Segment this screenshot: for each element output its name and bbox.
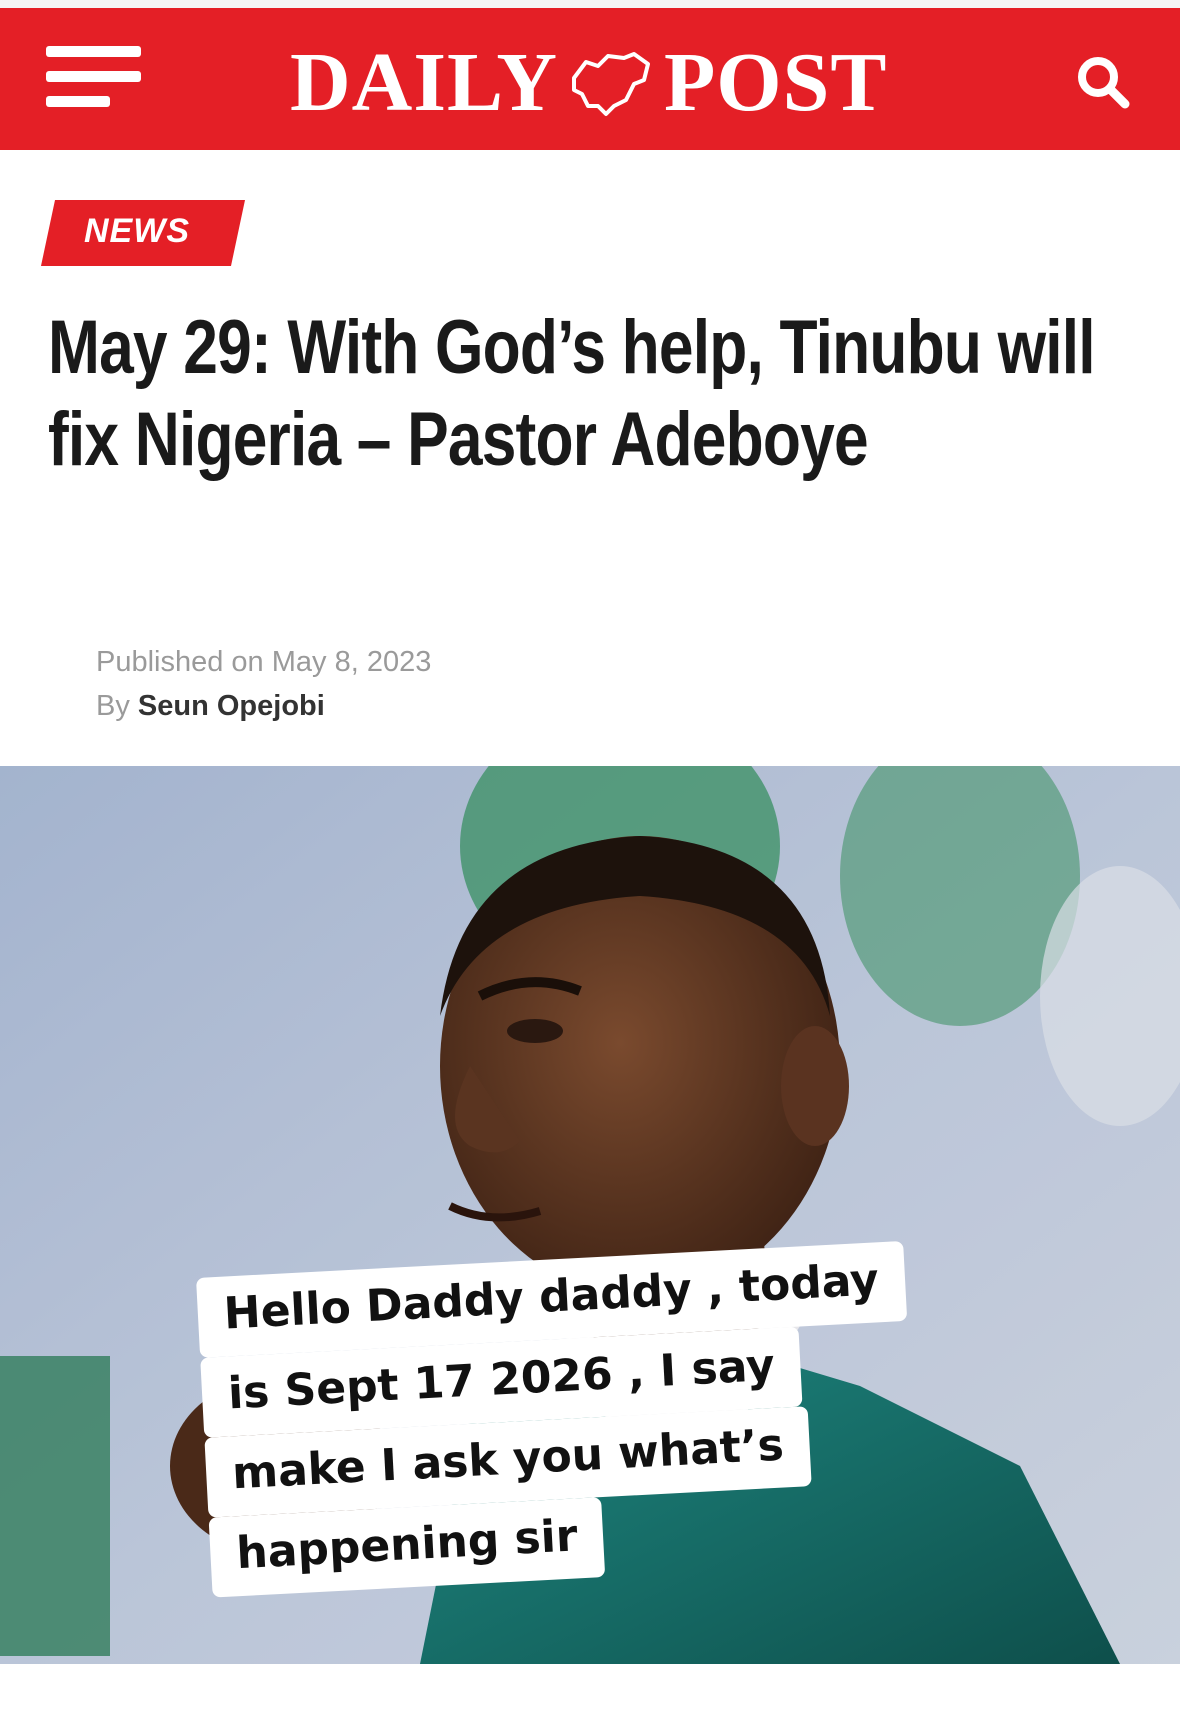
author-name[interactable]: Seun Opejobi xyxy=(138,690,325,722)
article-headline: May 29: With God’s help, Tinubu will fix… xyxy=(48,305,1096,482)
site-header: DAILY POST xyxy=(0,0,1180,150)
byline: By Seun Opejobi xyxy=(96,684,431,728)
hamburger-menu-icon[interactable] xyxy=(46,46,141,108)
header-top-strip xyxy=(0,0,1180,8)
search-icon[interactable] xyxy=(1073,52,1133,112)
brand-name-right: POST xyxy=(664,36,888,129)
publish-date: Published on May 8, 2023 xyxy=(96,646,432,678)
article-meta: Published on May 8, 2023 By Seun Opejobi xyxy=(96,640,431,728)
byline-label: By xyxy=(96,690,130,722)
nigeria-map-icon xyxy=(572,52,650,116)
brand-name-left: DAILY xyxy=(290,36,558,129)
meme-caption: Hello Daddy daddy , today is Sept 17 202… xyxy=(196,1240,919,1598)
site-logo[interactable]: DAILY POST xyxy=(290,38,887,128)
category-label[interactable]: NEWS xyxy=(84,212,190,251)
